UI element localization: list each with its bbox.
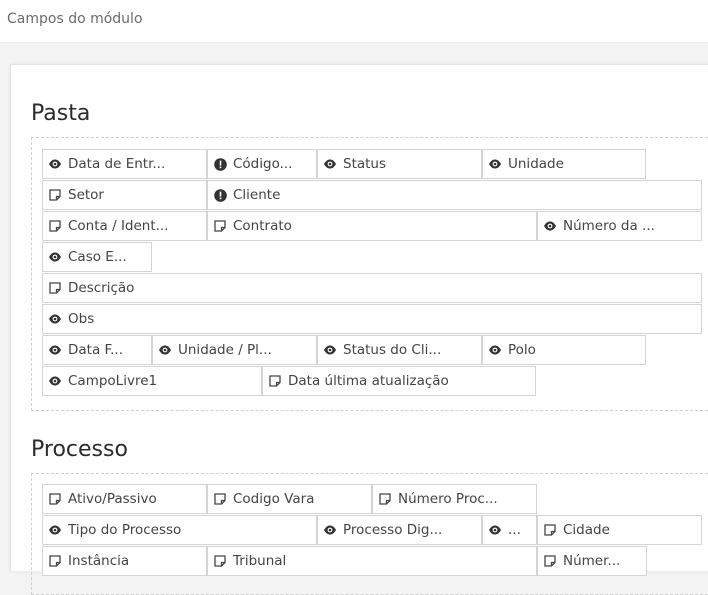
note-icon: [48, 554, 62, 568]
field-label: Número da ...: [563, 218, 655, 234]
field-label: Conta / Ident...: [68, 218, 169, 234]
field-chip[interactable]: Status do Cli...: [317, 335, 482, 365]
field-label: Tipo do Processo: [68, 522, 182, 538]
page-title: Campos do módulo: [7, 11, 143, 27]
field-label: Status do Cli...: [343, 342, 442, 358]
field-chip[interactable]: Caso E...: [42, 242, 152, 272]
field-label: Unidade / Pl...: [178, 342, 272, 358]
note-icon: [48, 219, 62, 233]
field-chip[interactable]: Número Proc...: [372, 484, 537, 514]
eye-icon: [48, 157, 62, 171]
field-chip[interactable]: Cliente: [207, 180, 702, 210]
eye-icon: [48, 523, 62, 537]
field-chip[interactable]: Contrato: [207, 211, 537, 241]
field-label: Codigo Vara: [233, 491, 315, 507]
note-icon: [268, 374, 282, 388]
alert-icon: [213, 188, 227, 202]
field-chip[interactable]: Processo Dig...: [317, 515, 482, 545]
field-label: Processo Dig...: [343, 522, 443, 538]
field-chip[interactable]: Código...: [207, 149, 317, 179]
field-label: Descrição: [68, 280, 135, 296]
field-label: Unidade: [508, 156, 564, 172]
eye-icon: [48, 374, 62, 388]
field-chip[interactable]: Codigo Vara: [207, 484, 372, 514]
field-label: Data de Entr...: [68, 156, 166, 172]
field-chip[interactable]: Data última atualização: [262, 366, 536, 396]
eye-icon: [48, 343, 62, 357]
field-chip[interactable]: Polo: [482, 335, 646, 365]
field-chip[interactable]: Cidade: [537, 515, 702, 545]
eye-icon: [543, 219, 557, 233]
field-chip[interactable]: Conta / Ident...: [42, 211, 207, 241]
eye-icon: [48, 312, 62, 326]
note-icon: [48, 492, 62, 506]
note-icon: [213, 492, 227, 506]
field-chip[interactable]: Descrição: [42, 273, 702, 303]
field-chip[interactable]: Númer...: [537, 546, 647, 576]
field-chip[interactable]: Obs: [42, 304, 702, 334]
eye-icon: [488, 343, 502, 357]
field-chip[interactable]: Ativo/Passivo: [42, 484, 207, 514]
field-chip[interactable]: ...: [482, 515, 537, 545]
field-chip[interactable]: Setor: [42, 180, 207, 210]
field-label: Cliente: [233, 187, 281, 203]
note-icon: [213, 554, 227, 568]
eye-icon: [488, 157, 502, 171]
field-chip[interactable]: CampoLivre1: [42, 366, 262, 396]
field-label: Polo: [508, 342, 536, 358]
field-label: Tribunal: [233, 553, 287, 569]
field-label: Status: [343, 156, 387, 172]
field-chip[interactable]: Número da ...: [537, 211, 702, 241]
note-icon: [378, 492, 392, 506]
field-chip[interactable]: Instância: [42, 546, 207, 576]
eye-icon: [323, 343, 337, 357]
field-label: ...: [508, 522, 521, 538]
top-bar: Campos do módulo: [0, 0, 708, 43]
field-label: Cidade: [563, 522, 610, 538]
field-chip[interactable]: Unidade: [482, 149, 646, 179]
eye-icon: [158, 343, 172, 357]
field-label: Data última atualização: [288, 373, 449, 389]
note-icon: [213, 219, 227, 233]
field-label: Data F...: [68, 342, 123, 358]
field-label: CampoLivre1: [68, 373, 158, 389]
field-label: Contrato: [233, 218, 292, 234]
field-label: Setor: [68, 187, 104, 203]
note-icon: [48, 188, 62, 202]
section-title-processo: Processo: [31, 437, 128, 462]
eye-icon: [323, 157, 337, 171]
section-title-pasta: Pasta: [31, 101, 91, 126]
note-icon: [48, 281, 62, 295]
field-chip[interactable]: Data F...: [42, 335, 152, 365]
field-label: Obs: [68, 311, 95, 327]
field-chip[interactable]: Data de Entr...: [42, 149, 207, 179]
field-label: Código...: [233, 156, 293, 172]
field-chip[interactable]: Tribunal: [207, 546, 537, 576]
field-label: Número Proc...: [398, 491, 498, 507]
eye-icon: [488, 523, 502, 537]
field-chip[interactable]: Status: [317, 149, 482, 179]
field-chip[interactable]: Tipo do Processo: [42, 515, 317, 545]
note-icon: [543, 523, 557, 537]
field-label: Númer...: [563, 553, 621, 569]
note-icon: [543, 554, 557, 568]
alert-icon: [213, 157, 227, 171]
field-chip[interactable]: Unidade / Pl...: [152, 335, 317, 365]
eye-icon: [323, 523, 337, 537]
field-label: Ativo/Passivo: [68, 491, 157, 507]
field-label: Instância: [68, 553, 130, 569]
eye-icon: [48, 250, 62, 264]
field-label: Caso E...: [68, 249, 127, 265]
